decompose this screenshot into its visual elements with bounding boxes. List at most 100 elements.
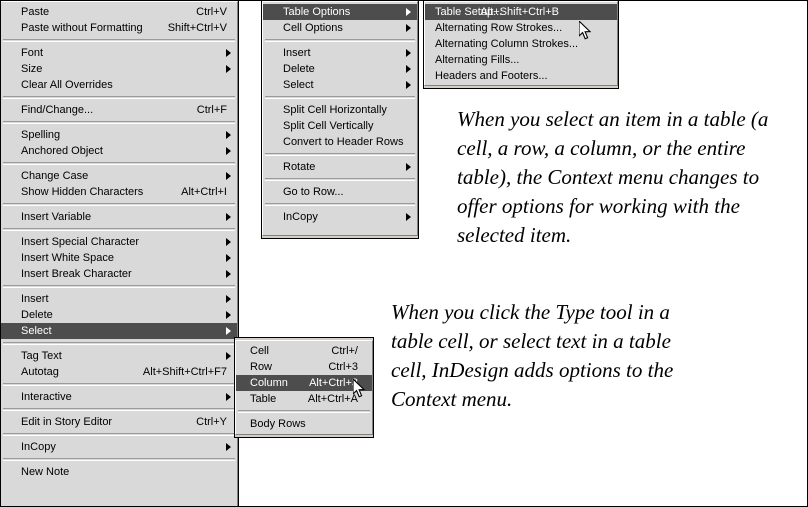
menu-item-label: Convert to Header Rows [283,136,404,148]
menu-item-label: Paste [21,6,50,18]
menu-item-table[interactable]: Table Alt+Ctrl+A [236,391,372,407]
menu-item-convert-to-header-rows[interactable]: Convert to Header Rows [263,134,417,150]
menu-separator [3,433,235,436]
menu-item-label: Interactive [21,391,72,403]
menu-separator [3,228,235,231]
menu-item-change-case[interactable]: Change Case [1,168,237,184]
menu-item-label: Insert Special Character [21,236,139,248]
menu-item-table-options[interactable]: Table Options [263,4,417,20]
menu-item-label: Headers and Footers... [435,70,548,82]
menu-item-label: InCopy [21,441,56,453]
menu-item-label: Find/Change... [21,104,94,116]
menu-separator [265,203,415,206]
menu-item-go-to-row[interactable]: Go to Row... [263,184,417,200]
submenu-arrow-icon [226,172,231,180]
menu-item-select[interactable]: Select [263,77,417,93]
menu-item-incopy[interactable]: InCopy [1,439,237,455]
context-menu-main-body: Paste Ctrl+V Paste without Formatting Shift… [1,1,238,506]
menu-item-shortcut: Ctrl+/ [331,345,358,357]
menu-item-label: Insert Break Character [21,268,132,280]
menu-item-label: Autotag [21,366,59,378]
menu-item-tag-text[interactable]: Tag Text [1,348,237,364]
submenu-arrow-icon [406,65,411,73]
menu-item-row[interactable]: Row Ctrl+3 [236,359,372,375]
menu-item-label: Row [250,361,273,373]
submenu-arrow-icon [226,65,231,73]
menu-item-body-rows[interactable]: Body Rows [236,416,372,432]
menu-item-alternating-fills[interactable]: Alternating Fills... [425,52,617,68]
menu-item-interactive[interactable]: Interactive [1,389,237,405]
submenu-arrow-icon [226,352,231,360]
menu-item-label: Select [21,325,52,337]
menu-item-column[interactable]: Column Alt+Ctrl+3 [236,375,372,391]
submenu-arrow-icon [226,327,231,335]
menu-item-label: Show Hidden Characters [21,186,144,198]
context-menu-main[interactable]: Paste Ctrl+V Paste without Formatting Shift… [1,1,239,506]
menu-item-font[interactable]: Font [1,45,237,61]
context-menu-table[interactable]: Table Options Cell Options Insert Delete Sel… [261,1,419,239]
menu-separator [3,162,235,165]
menu-separator [3,39,235,42]
menu-item-shortcut: Ctrl+Y [196,416,227,428]
menu-item-headers-and-footers[interactable]: Headers and Footers... [425,68,617,84]
menu-item-insert-break-character[interactable]: Insert Break Character [1,266,237,282]
menu-item-shortcut: Alt+Ctrl+A [307,393,358,405]
submenu-arrow-icon [226,213,231,221]
menu-item-select[interactable]: Select [1,323,237,339]
menu-item-insert-special-character[interactable]: Insert Special Character [1,234,237,250]
submenu-table-options[interactable]: Table Setup... Alt+Shift+Ctrl+B Alternatin… [423,1,619,89]
menu-item-autotag[interactable]: Autotag Alt+Shift+Ctrl+F7 [1,364,237,380]
menu-item-alternating-row-strokes[interactable]: Alternating Row Strokes... [425,20,617,36]
menu-separator [265,96,415,99]
menu-separator [3,383,235,386]
menu-item-label: Split Cell Horizontally [283,104,387,116]
submenu-arrow-icon [226,238,231,246]
submenu-arrow-icon [406,213,411,221]
menu-item-delete[interactable]: Delete [263,61,417,77]
menu-item-label: Rotate [283,161,316,173]
menu-item-paste[interactable]: Paste Ctrl+V [1,4,237,20]
menu-item-rotate[interactable]: Rotate [263,159,417,175]
menu-item-incopy[interactable]: InCopy [263,209,417,225]
menu-item-insert[interactable]: Insert [1,291,237,307]
submenu-arrow-icon [226,254,231,262]
menu-item-label: Insert [283,47,311,59]
menu-item-show-hidden-characters[interactable]: Show Hidden Characters Alt+Ctrl+I [1,184,237,200]
menu-item-insert-white-space[interactable]: Insert White Space [1,250,237,266]
menu-item-shortcut: Alt+Shift+Ctrl+F7 [142,366,227,378]
menu-item-insert[interactable]: Insert [263,45,417,61]
menu-item-label: Table Options [283,6,351,18]
menu-item-label: Table [250,393,277,405]
menu-item-alternating-column-strokes[interactable]: Alternating Column Strokes... [425,36,617,52]
menu-item-size[interactable]: Size [1,61,237,77]
menu-item-split-cell-vertically[interactable]: Split Cell Vertically [263,118,417,134]
menu-separator [3,96,235,99]
submenu-arrow-icon [226,131,231,139]
submenu-arrow-icon [226,295,231,303]
menu-item-find-change[interactable]: Find/Change... Ctrl+F [1,102,237,118]
submenu-arrow-icon [406,8,411,16]
menu-item-label: Cell [250,345,269,357]
menu-separator [238,410,370,413]
menu-item-clear-all-overrides[interactable]: Clear All Overrides [1,77,237,93]
submenu-select[interactable]: Cell Ctrl+/ Row Ctrl+3 Column Alt+Ctrl+3 Table… [234,337,374,438]
menu-item-edit-in-story-editor[interactable]: Edit in Story Editor Ctrl+Y [1,414,237,430]
submenu-arrow-icon [226,147,231,155]
menu-item-anchored-object[interactable]: Anchored Object [1,143,237,159]
menu-item-paste-without-formatting[interactable]: Paste without Formatting Shift+Ctrl+V [1,20,237,36]
menu-item-label: Clear All Overrides [21,79,113,91]
submenu-table-options-body: Table Setup... Alt+Shift+Ctrl+B Alternatin… [424,1,618,86]
menu-item-split-cell-horizontally[interactable]: Split Cell Horizontally [263,102,417,118]
menu-item-insert-variable[interactable]: Insert Variable [1,209,237,225]
submenu-select-body: Cell Ctrl+/ Row Ctrl+3 Column Alt+Ctrl+3 Table… [235,340,373,435]
menu-item-spelling[interactable]: Spelling [1,127,237,143]
submenu-arrow-icon [226,443,231,451]
menu-item-new-note[interactable]: New Note [1,464,237,480]
menu-separator [265,39,415,42]
menu-item-cell-options[interactable]: Cell Options [263,20,417,36]
menu-item-cell[interactable]: Cell Ctrl+/ [236,343,372,359]
menu-item-delete[interactable]: Delete [1,307,237,323]
menu-item-table-setup[interactable]: Table Setup... Alt+Shift+Ctrl+B [425,4,617,20]
menu-separator [3,285,235,288]
menu-separator [265,178,415,181]
